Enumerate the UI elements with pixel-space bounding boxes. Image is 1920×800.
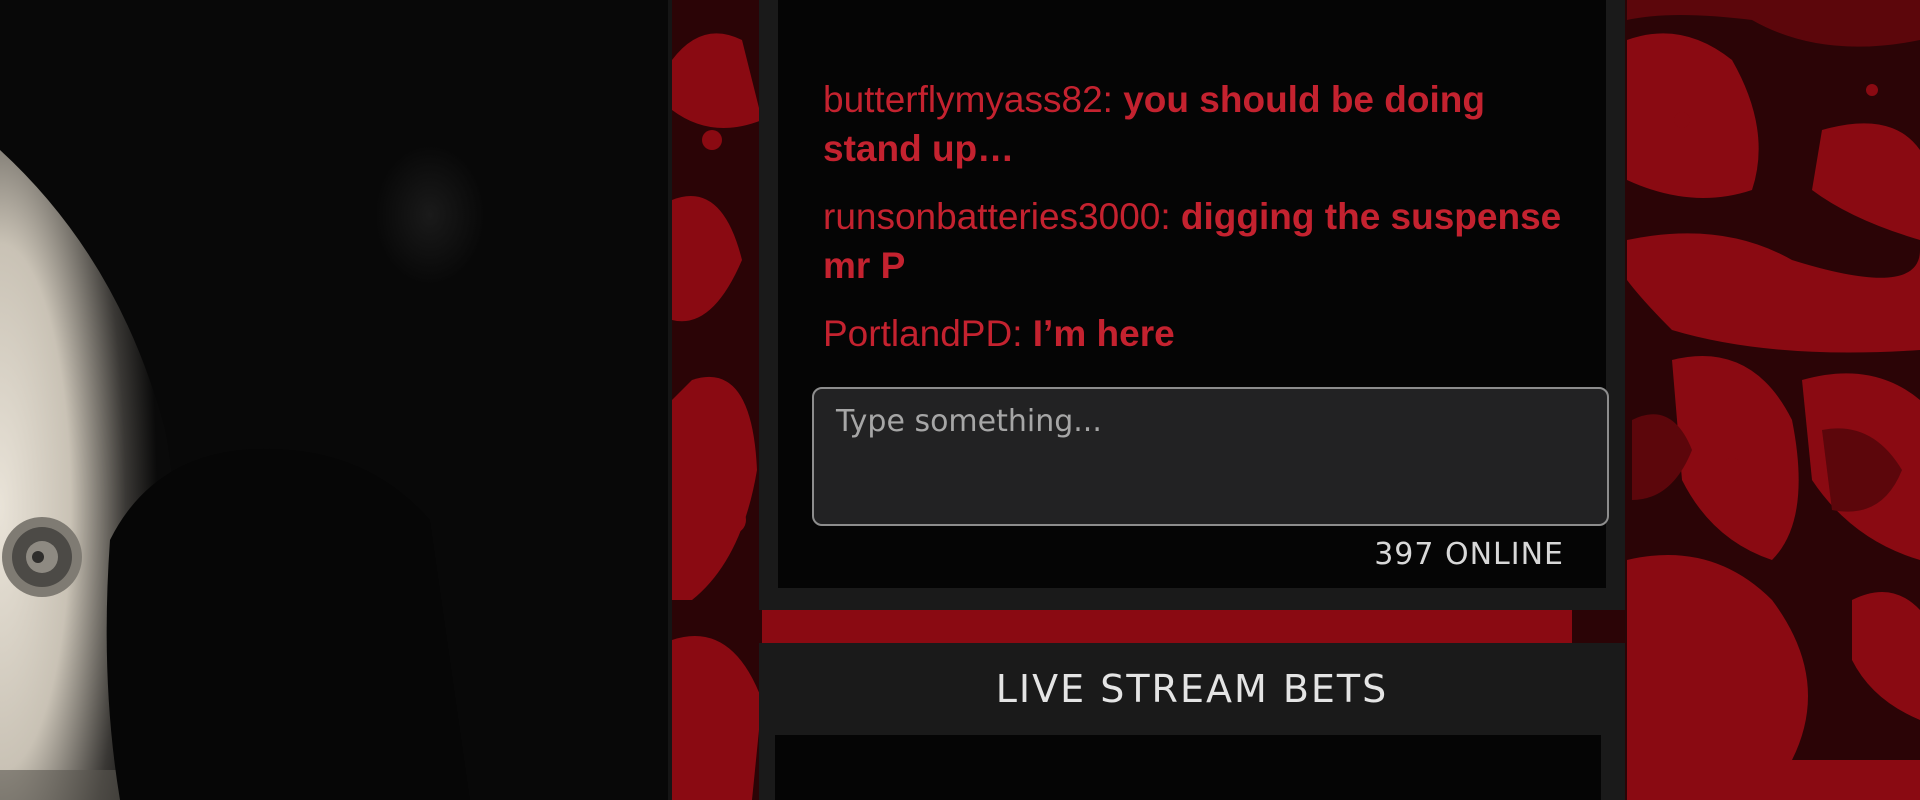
chat-username[interactable]: butterflymyass82: [823,79,1113,120]
chat-input[interactable] [812,387,1609,526]
chat-message: PortlandPD: I’m here [823,309,1583,358]
chat-username[interactable]: PortlandPD: [823,313,1023,354]
chat-username[interactable]: runsonbatteries3000: [823,196,1171,237]
live-stream-video[interactable] [0,0,672,800]
chat-message: butterflymyass82: you should be doing st… [823,75,1583,173]
chat-message-area: butterflymyass82: you should be doing st… [778,0,1609,588]
chat-message-list: butterflymyass82: you should be doing st… [823,75,1583,377]
video-frame-image [0,0,672,800]
livestream-page: butterflymyass82: you should be doing st… [0,0,1920,800]
chat-message: runsonbatteries3000: digging the suspens… [823,192,1583,290]
chat-panel: butterflymyass82: you should be doing st… [759,0,1625,610]
live-stream-bets-panel: LIVE STREAM BETS [759,643,1625,800]
bets-panel-title: LIVE STREAM BETS [995,667,1389,711]
bets-content-area [775,735,1601,800]
online-count: 397 ONLINE [1374,537,1564,572]
chat-message-text: I’m here [1032,313,1175,354]
